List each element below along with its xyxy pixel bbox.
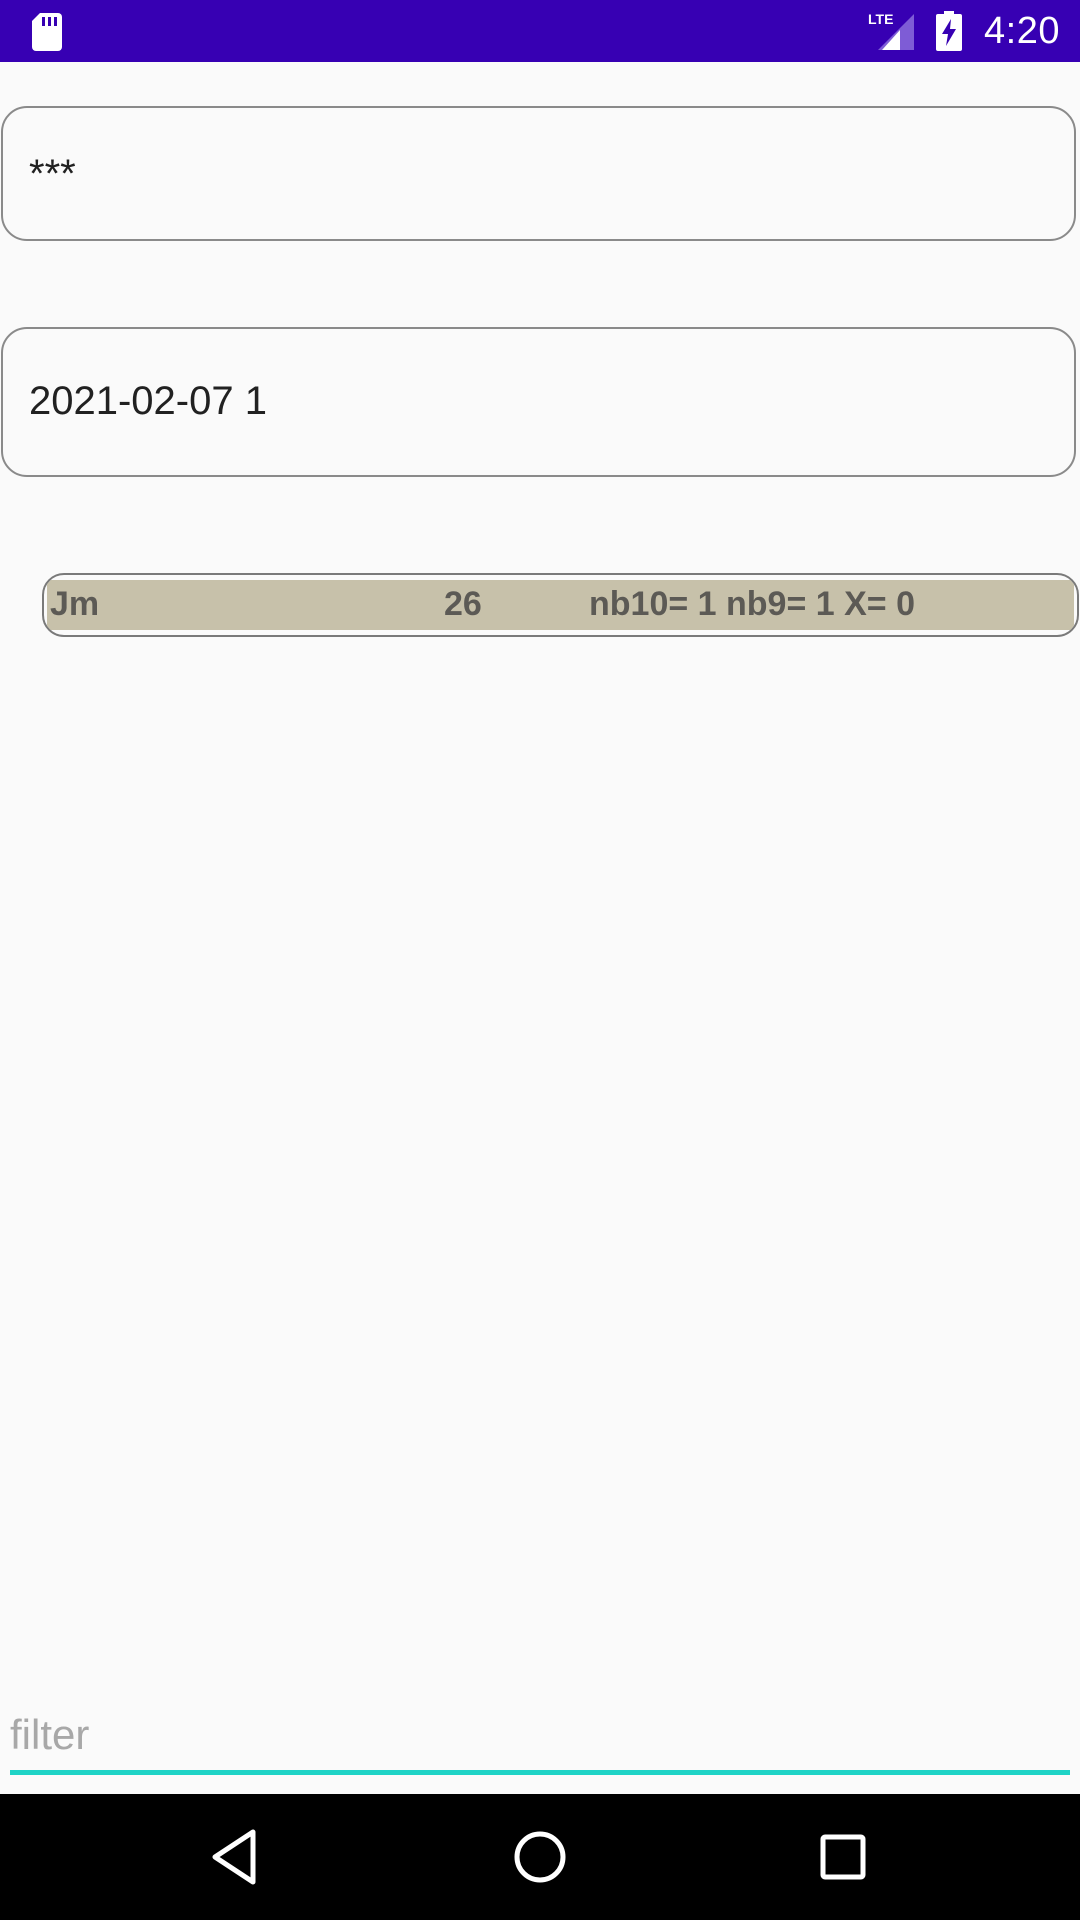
first-field[interactable]: ***: [1, 106, 1076, 241]
first-field-value: ***: [29, 152, 76, 196]
recents-icon[interactable]: [810, 1824, 876, 1890]
list-item-stats: nb10= 1 nb9= 1 X= 0: [589, 585, 916, 623]
date-field[interactable]: 2021-02-07 1: [1, 327, 1076, 477]
lte-signal-icon: LTE: [868, 11, 915, 50]
network-label: LTE: [868, 11, 893, 27]
status-bar: LTE 4:20: [0, 0, 1080, 62]
filter-input[interactable]: [10, 1700, 1070, 1770]
list-item-background: [47, 580, 1074, 630]
filter-underline: [10, 1770, 1070, 1775]
list-item-name: Jm: [50, 585, 100, 623]
list-item-count: 26: [444, 585, 482, 623]
list-item[interactable]: Jm 26 nb10= 1 nb9= 1 X= 0: [42, 573, 1079, 637]
date-field-value: 2021-02-07 1: [29, 379, 267, 423]
filter-container: [10, 1700, 1070, 1778]
back-icon[interactable]: [203, 1824, 269, 1890]
home-icon[interactable]: [507, 1824, 573, 1890]
battery-charging-icon: [936, 11, 963, 51]
navigation-bar: [0, 1794, 1080, 1920]
sd-card-icon: [32, 13, 62, 51]
status-icons: LTE 4:20: [868, 0, 1060, 62]
status-clock: 4:20: [984, 9, 1060, 52]
